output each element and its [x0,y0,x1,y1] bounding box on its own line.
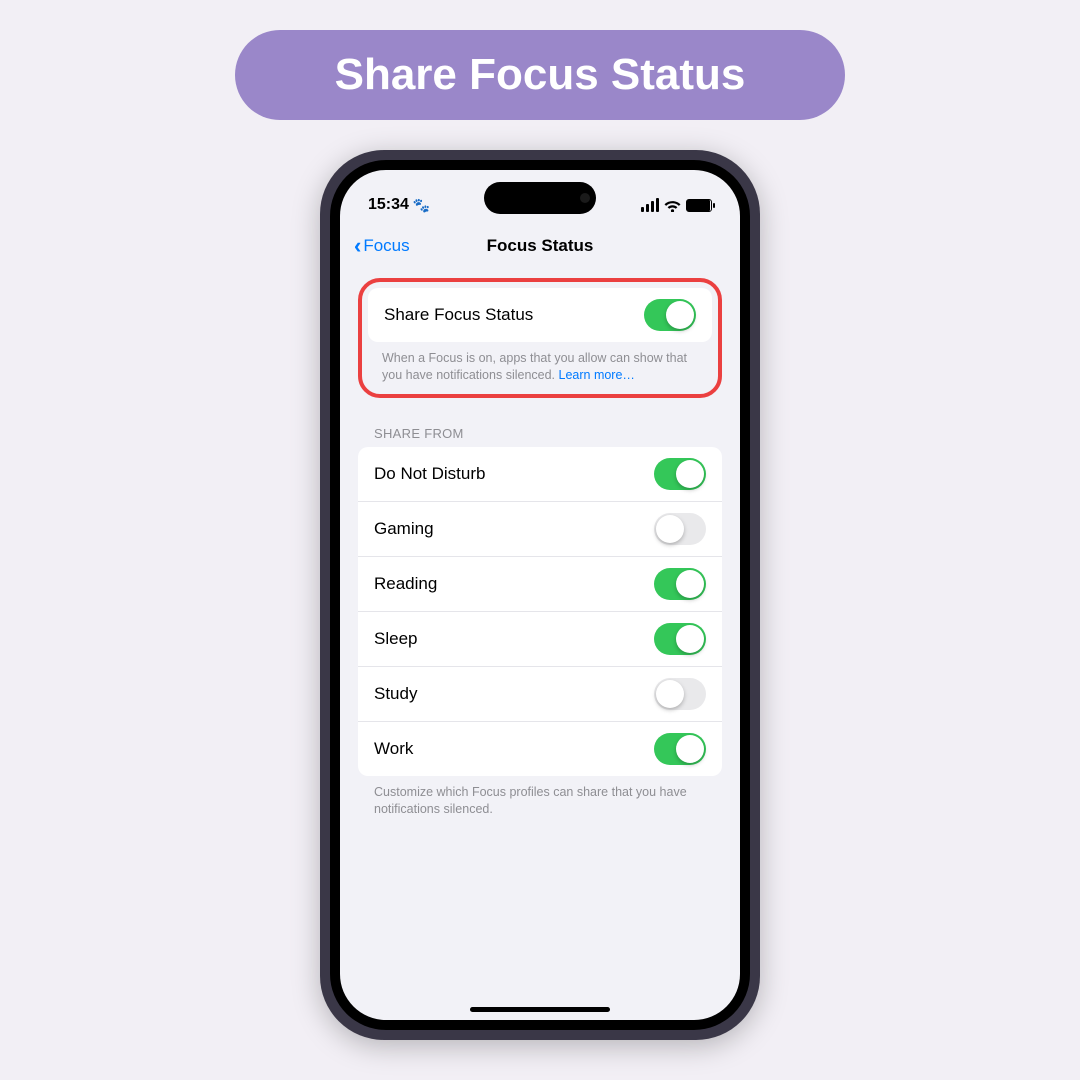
share-from-toggle[interactable] [654,458,706,490]
battery-icon [686,199,712,212]
share-from-row[interactable]: Work [358,721,722,776]
share-from-label: Work [374,739,413,759]
share-from-row[interactable]: Do Not Disturb [358,447,722,501]
share-from-row[interactable]: Reading [358,556,722,611]
share-from-list: Do Not Disturb Gaming Reading Sleep Study Wor… [358,447,722,776]
share-focus-toggle-cell[interactable]: Share Focus Status [368,288,712,342]
phone-bezel: 15:34 🐾 ‹ Foc [330,160,750,1030]
phone-screen: 15:34 🐾 ‹ Foc [340,170,740,1020]
share-from-toggle[interactable] [654,513,706,545]
share-focus-toggle[interactable] [644,299,696,331]
nav-bar: ‹ Focus Focus Status [340,226,740,268]
share-from-label: Do Not Disturb [374,464,485,484]
paw-icon: 🐾 [413,197,430,214]
settings-content: Share Focus Status When a Focus is on, a… [340,268,740,818]
back-label: Focus [363,236,409,256]
page-banner: Share Focus Status [235,30,846,120]
back-button[interactable]: ‹ Focus [354,235,410,257]
share-from-label: Study [374,684,417,704]
share-from-footer: Customize which Focus profiles can share… [358,776,722,818]
home-indicator[interactable] [470,1007,610,1012]
share-from-toggle[interactable] [654,678,706,710]
description-text: When a Focus is on, apps that you allow … [382,351,687,382]
share-from-row[interactable]: Sleep [358,611,722,666]
phone-frame: 15:34 🐾 ‹ Foc [320,150,760,1040]
cellular-signal-icon [641,198,659,212]
learn-more-link[interactable]: Learn more… [559,368,635,382]
share-from-label: Sleep [374,629,417,649]
status-right [641,198,712,212]
highlight-annotation: Share Focus Status When a Focus is on, a… [358,278,722,398]
share-from-toggle[interactable] [654,568,706,600]
chevron-left-icon: ‹ [354,235,361,257]
status-left: 15:34 🐾 [368,196,430,214]
dynamic-island [484,182,596,214]
share-from-toggle[interactable] [654,733,706,765]
share-from-header: SHARE FROM [358,410,722,447]
share-from-label: Reading [374,574,437,594]
share-focus-description: When a Focus is on, apps that you allow … [368,342,712,384]
status-time: 15:34 [368,196,409,214]
banner-title: Share Focus Status [335,50,746,99]
front-camera-icon [580,193,590,203]
share-from-label: Gaming [374,519,434,539]
share-from-row[interactable]: Gaming [358,501,722,556]
nav-title: Focus Status [487,236,594,256]
share-focus-cell-group: Share Focus Status [368,288,712,342]
share-from-toggle[interactable] [654,623,706,655]
share-focus-label: Share Focus Status [384,305,533,325]
share-from-row[interactable]: Study [358,666,722,721]
wifi-icon [664,199,681,212]
